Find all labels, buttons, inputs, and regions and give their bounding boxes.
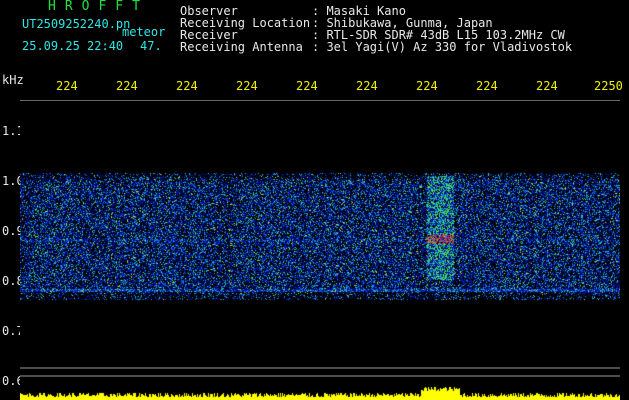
file-name: UT2509252240.pn bbox=[22, 17, 131, 31]
freq-unit-label: kHz bbox=[2, 73, 24, 87]
antenna-value: : 3el Yagi(V) Az 330 for Vladivostok bbox=[312, 40, 573, 54]
event-count: 47. bbox=[140, 39, 162, 53]
app-title: HROFFT bbox=[48, 0, 149, 14]
time-tick: 224 bbox=[116, 79, 138, 93]
time-tick: 224 bbox=[176, 79, 198, 93]
time-tick: 224 bbox=[56, 79, 78, 93]
time-tick: 224 bbox=[296, 79, 318, 93]
time-tick: 224 bbox=[356, 79, 378, 93]
date-time: 25.09.25 22:40 bbox=[22, 39, 124, 53]
event-type: meteor bbox=[122, 25, 166, 39]
time-tick: 224 bbox=[476, 79, 498, 93]
time-tick: 2250 bbox=[594, 79, 623, 93]
time-tick: 224 bbox=[536, 79, 558, 93]
plot-area bbox=[20, 100, 620, 377]
time-tick: 224 bbox=[416, 79, 438, 93]
antenna-label: Receiving Antenna bbox=[180, 40, 303, 54]
time-tick: 224 bbox=[236, 79, 258, 93]
